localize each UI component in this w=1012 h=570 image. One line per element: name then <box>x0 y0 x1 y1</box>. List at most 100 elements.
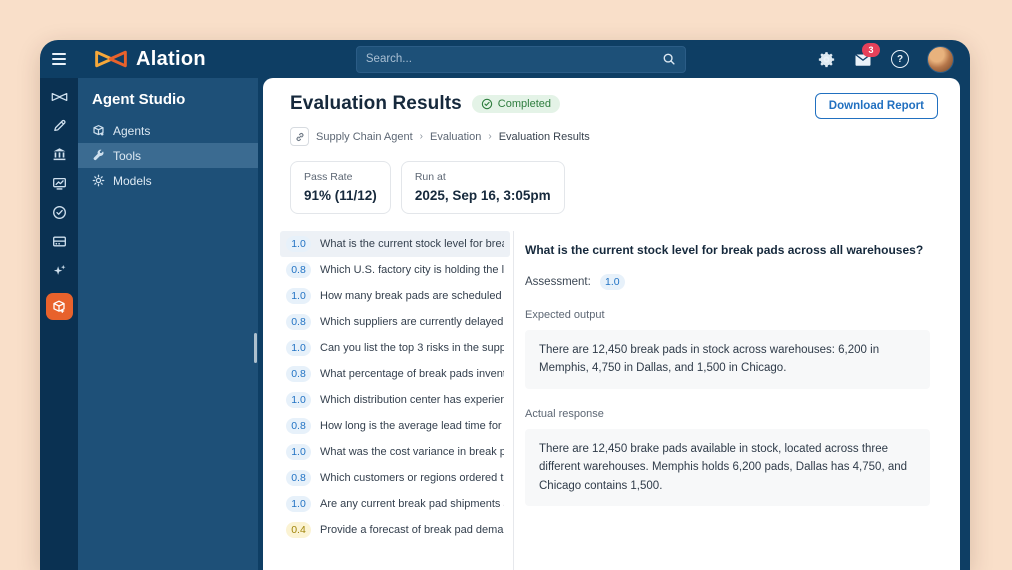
question-text: What percentage of break pads inventory … <box>320 368 504 380</box>
compose-pen-icon[interactable] <box>40 111 78 140</box>
question-row[interactable]: 1.0 Are any current break pad shipments a… <box>280 491 510 517</box>
sidebar-title: Agent Studio <box>92 91 186 108</box>
breadcrumb-item[interactable]: Evaluation <box>430 131 481 143</box>
agent-studio-cube-icon <box>45 293 73 320</box>
stat-value: 91% (11/12) <box>304 188 377 203</box>
desktop-background: Alation Search... 3 ? Agent Studio Agent… <box>0 0 1012 570</box>
assessment-score-badge: 1.0 <box>599 274 625 290</box>
pass-rate-card: Pass Rate 91% (11/12) <box>290 161 391 214</box>
question-row[interactable]: 0.8 Which customers or regions ordered th… <box>280 465 510 491</box>
question-list: 1.0 What is the current stock level for b… <box>277 231 514 570</box>
stat-value: 2025, Sep 16, 3:05pm <box>414 188 551 203</box>
inbox-mail-icon[interactable]: 3 <box>853 43 880 69</box>
question-text: Which U.S. factory city is holding the l… <box>320 264 504 276</box>
score-badge: 1.0 <box>286 288 311 304</box>
tools-wrench-icon <box>92 149 105 162</box>
stats-row: Pass Rate 91% (11/12) Run at 2025, Sep 1… <box>277 161 960 214</box>
question-row[interactable]: 1.0 Which distribution center has experie… <box>280 387 510 413</box>
question-row[interactable]: 1.0 How many break pads are scheduled for… <box>280 283 510 309</box>
score-badge: 0.4 <box>286 522 311 538</box>
sidebar-item-agents[interactable]: Agents <box>78 118 258 143</box>
alation-bowtie-icon <box>94 48 128 70</box>
download-report-button[interactable]: Download Report <box>814 93 938 119</box>
models-gear-icon <box>92 174 105 187</box>
governance-bank-icon[interactable] <box>40 140 78 169</box>
question-row[interactable]: 0.8 What percentage of break pads invento… <box>280 361 510 387</box>
alation-logo[interactable]: Alation <box>94 48 206 71</box>
question-row[interactable]: 0.4 Provide a forecast of break pad deman… <box>280 517 510 543</box>
page-title: Evaluation Results <box>290 93 462 114</box>
settings-gear-icon[interactable] <box>816 49 836 69</box>
link-icon <box>290 127 309 146</box>
question-text: Which suppliers are currently delayed in… <box>320 316 504 328</box>
expected-output-label: Expected output <box>525 309 605 321</box>
breadcrumb-current: Evaluation Results <box>498 130 590 143</box>
score-badge: 1.0 <box>286 496 311 512</box>
score-badge: 0.8 <box>286 314 311 330</box>
agent-studio-button[interactable] <box>40 293 78 320</box>
sidebar-item-models[interactable]: Models <box>78 168 258 193</box>
lineage-bowtie-icon[interactable] <box>40 82 78 111</box>
actual-response-box: There are 12,450 brake pads available in… <box>525 428 930 506</box>
assessment-row: Assessment: 1.0 <box>525 274 930 290</box>
sidebar-item-label: Agents <box>113 123 151 138</box>
agents-cube-icon <box>92 124 105 137</box>
question-text: Which customers or regions ordered the h… <box>320 472 504 484</box>
app-window: Alation Search... 3 ? Agent Studio Agent… <box>40 40 970 570</box>
sidebar-item-label: Tools <box>113 148 142 163</box>
score-badge: 0.8 <box>286 418 311 434</box>
question-row[interactable]: 0.8 Which U.S. factory city is holding th… <box>280 257 510 283</box>
score-badge: 1.0 <box>286 392 311 408</box>
search-icon <box>662 52 676 66</box>
main-content: Evaluation Results Completed Download Re… <box>263 78 960 570</box>
check-circle-icon <box>481 98 493 110</box>
notification-badge: 3 <box>862 43 880 57</box>
question-text: How many break pads are scheduled for de… <box>320 290 504 302</box>
breadcrumb-item[interactable]: Supply Chain Agent <box>316 131 413 143</box>
question-text: Can you list the top 3 risks in the supp… <box>320 342 504 354</box>
quality-check-circle-icon[interactable] <box>40 198 78 227</box>
question-text: What was the cost variance in break pads… <box>320 446 504 458</box>
sidebar-item-label: Models <box>113 173 152 188</box>
sidebar-item-tools[interactable]: Tools <box>78 143 258 168</box>
score-badge: 0.8 <box>286 262 311 278</box>
analytics-board-icon[interactable] <box>40 169 78 198</box>
brand-name: Alation <box>136 47 206 70</box>
stat-label: Pass Rate <box>304 171 353 183</box>
question-row[interactable]: 0.8 Which suppliers are currently delayed… <box>280 309 510 335</box>
stat-label: Run at <box>414 171 446 183</box>
topbar: Alation Search... 3 ? <box>40 40 970 78</box>
question-row[interactable]: 1.0 What was the cost variance in break p… <box>280 439 510 465</box>
question-row[interactable]: 1.0 Can you list the top 3 risks in the s… <box>280 335 510 361</box>
page-header: Evaluation Results Completed Download Re… <box>277 93 960 119</box>
expected-output-box: There are 12,450 break pads in stock acr… <box>525 330 930 389</box>
agent-studio-sidebar: Agent Studio Agents Tools Models <box>78 78 258 570</box>
status-badge: Completed <box>471 95 560 113</box>
question-text: Provide a forecast of break pad demand f… <box>320 524 504 536</box>
user-avatar[interactable] <box>927 45 954 73</box>
ai-sparkles-icon[interactable] <box>40 256 78 285</box>
score-badge: 0.8 <box>286 366 311 382</box>
question-detail: What is the current stock level for brea… <box>514 231 960 570</box>
score-badge: 1.0 <box>286 236 311 252</box>
breadcrumb: Supply Chain Agent › Evaluation › Evalua… <box>277 127 960 146</box>
menu-icon[interactable] <box>40 40 78 78</box>
assessment-label: Assessment: <box>525 276 591 288</box>
question-title: What is the current stock level for brea… <box>525 243 924 257</box>
breadcrumb-separator: › <box>419 131 423 142</box>
status-label: Completed <box>497 98 551 110</box>
question-text: Are any current break pad shipments at r… <box>320 498 504 510</box>
search-input[interactable]: Search... <box>355 45 686 73</box>
sidebar-scrollbar[interactable] <box>254 333 257 363</box>
question-text: How long is the average lead time for re… <box>320 420 504 432</box>
question-text: What is the current stock level for brea… <box>320 238 504 250</box>
question-row[interactable]: 1.0 What is the current stock level for b… <box>280 231 510 257</box>
data-sources-server-icon[interactable] <box>40 227 78 256</box>
app-body: Agent Studio Agents Tools Models Evaluat… <box>40 78 970 570</box>
help-icon[interactable]: ? <box>890 49 910 69</box>
question-row[interactable]: 0.8 How long is the average lead time for… <box>280 413 510 439</box>
topbar-actions: 3 ? <box>816 43 970 73</box>
score-badge: 1.0 <box>286 340 311 356</box>
breadcrumb-separator: › <box>488 131 492 142</box>
question-text: Which distribution center has experience… <box>320 394 504 406</box>
